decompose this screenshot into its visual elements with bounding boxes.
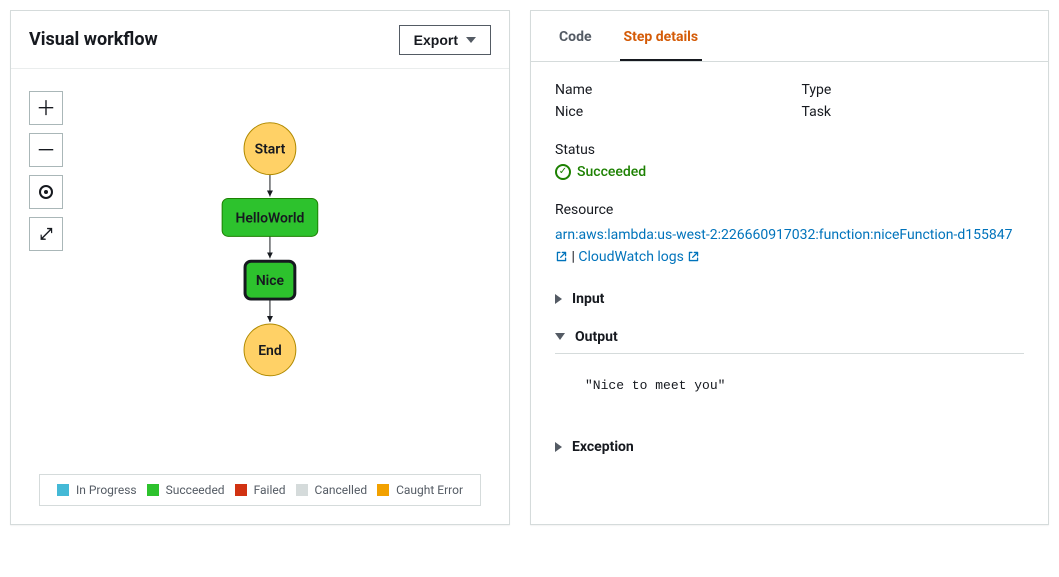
type-value: Task <box>802 104 1025 120</box>
node-helloworld-label: HelloWorld <box>235 210 304 226</box>
legend-in-progress: In Progress <box>57 483 137 497</box>
external-link-icon <box>687 249 700 265</box>
swatch-caught-error <box>377 484 389 496</box>
input-toggle[interactable]: Input <box>555 291 1024 307</box>
legend-cancelled: Cancelled <box>296 483 368 497</box>
workflow-canvas[interactable]: Start HelloWorld Nice End <box>11 69 509 462</box>
check-circle-icon: ✓ <box>555 164 571 180</box>
tab-step-details[interactable]: Step details <box>620 11 703 61</box>
swatch-cancelled <box>296 484 308 496</box>
workflow-header: Visual workflow Export <box>11 11 509 69</box>
exception-toggle[interactable]: Exception <box>555 439 1024 455</box>
node-helloworld[interactable]: HelloWorld <box>222 198 318 236</box>
node-end-label: End <box>258 343 282 359</box>
node-nice-label: Nice <box>256 273 285 289</box>
visual-workflow-panel: Visual workflow Export ＋ － ⤢ <box>10 10 510 525</box>
legend-caught-error: Caught Error <box>377 483 463 497</box>
status-label: Status <box>555 142 1024 158</box>
swatch-failed <box>235 484 247 496</box>
workflow-title: Visual workflow <box>29 29 158 50</box>
node-start[interactable]: Start <box>244 123 296 175</box>
workflow-body: ＋ － ⤢ Start <box>11 69 509 524</box>
name-label: Name <box>555 82 778 98</box>
node-end[interactable]: End <box>244 324 296 376</box>
output-content: "Nice to meet you" <box>555 354 1024 417</box>
chevron-right-icon <box>555 294 562 304</box>
export-button[interactable]: Export <box>399 25 491 55</box>
swatch-in-progress <box>57 484 69 496</box>
workflow-legend: In Progress Succeeded Failed Cancelled C… <box>39 474 481 506</box>
resource-label: Resource <box>555 202 1024 218</box>
external-link-icon <box>555 249 571 265</box>
node-start-label: Start <box>255 142 286 158</box>
step-details-panel: Code Step details Name Nice Type Task St… <box>530 10 1049 525</box>
chevron-down-icon <box>555 333 565 340</box>
legend-succeeded: Succeeded <box>147 483 225 497</box>
details-body: Name Nice Type Task Status ✓ Succeeded R… <box>531 62 1048 461</box>
export-label: Export <box>414 32 458 48</box>
status-value: ✓ Succeeded <box>555 164 1024 180</box>
legend-failed: Failed <box>235 483 286 497</box>
type-label: Type <box>802 82 1025 98</box>
tab-code[interactable]: Code <box>555 11 596 61</box>
name-value: Nice <box>555 104 778 120</box>
resource-value: arn:aws:lambda:us-west-2:226660917032:fu… <box>555 224 1024 269</box>
swatch-succeeded <box>147 484 159 496</box>
cloudwatch-logs-link[interactable]: CloudWatch logs <box>578 249 700 265</box>
caret-down-icon <box>466 37 476 43</box>
tabs: Code Step details <box>531 11 1048 62</box>
chevron-right-icon <box>555 442 562 452</box>
output-toggle[interactable]: Output <box>555 329 1024 345</box>
node-nice[interactable]: Nice <box>245 261 295 299</box>
